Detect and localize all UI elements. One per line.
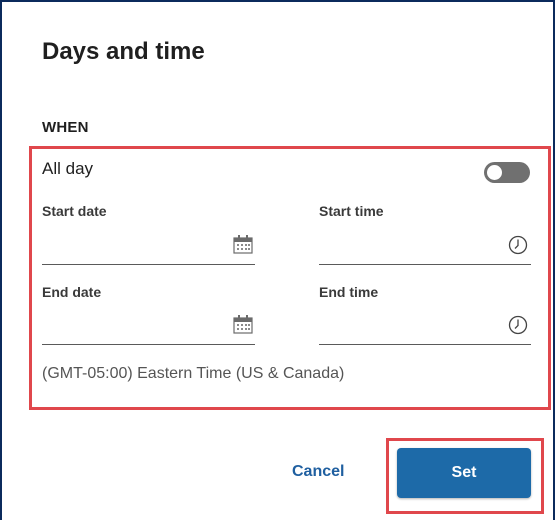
end-date-field[interactable] [42,344,255,345]
calendar-icon[interactable] [233,314,253,339]
start-date-label: Start date [42,203,107,219]
clock-icon[interactable] [508,235,528,260]
end-time-field[interactable] [319,344,531,345]
end-time-label: End time [319,284,379,300]
when-section-label: WHEN [42,119,89,136]
days-and-time-dialog: Days and time WHEN All day Start date St… [0,0,555,520]
start-time-label: Start time [319,203,384,219]
clock-icon[interactable] [508,315,528,340]
start-time-field[interactable] [319,264,531,265]
dialog-title: Days and time [42,38,205,65]
all-day-toggle[interactable] [484,162,530,183]
set-button[interactable]: Set [397,448,531,498]
all-day-label: All day [42,159,94,178]
calendar-icon[interactable] [233,234,253,259]
timezone-text: (GMT-05:00) Eastern Time (US & Canada) [42,365,345,382]
end-date-label: End date [42,284,102,300]
cancel-button[interactable]: Cancel [292,463,344,481]
toggle-knob [487,165,502,180]
start-date-field[interactable] [42,264,255,265]
